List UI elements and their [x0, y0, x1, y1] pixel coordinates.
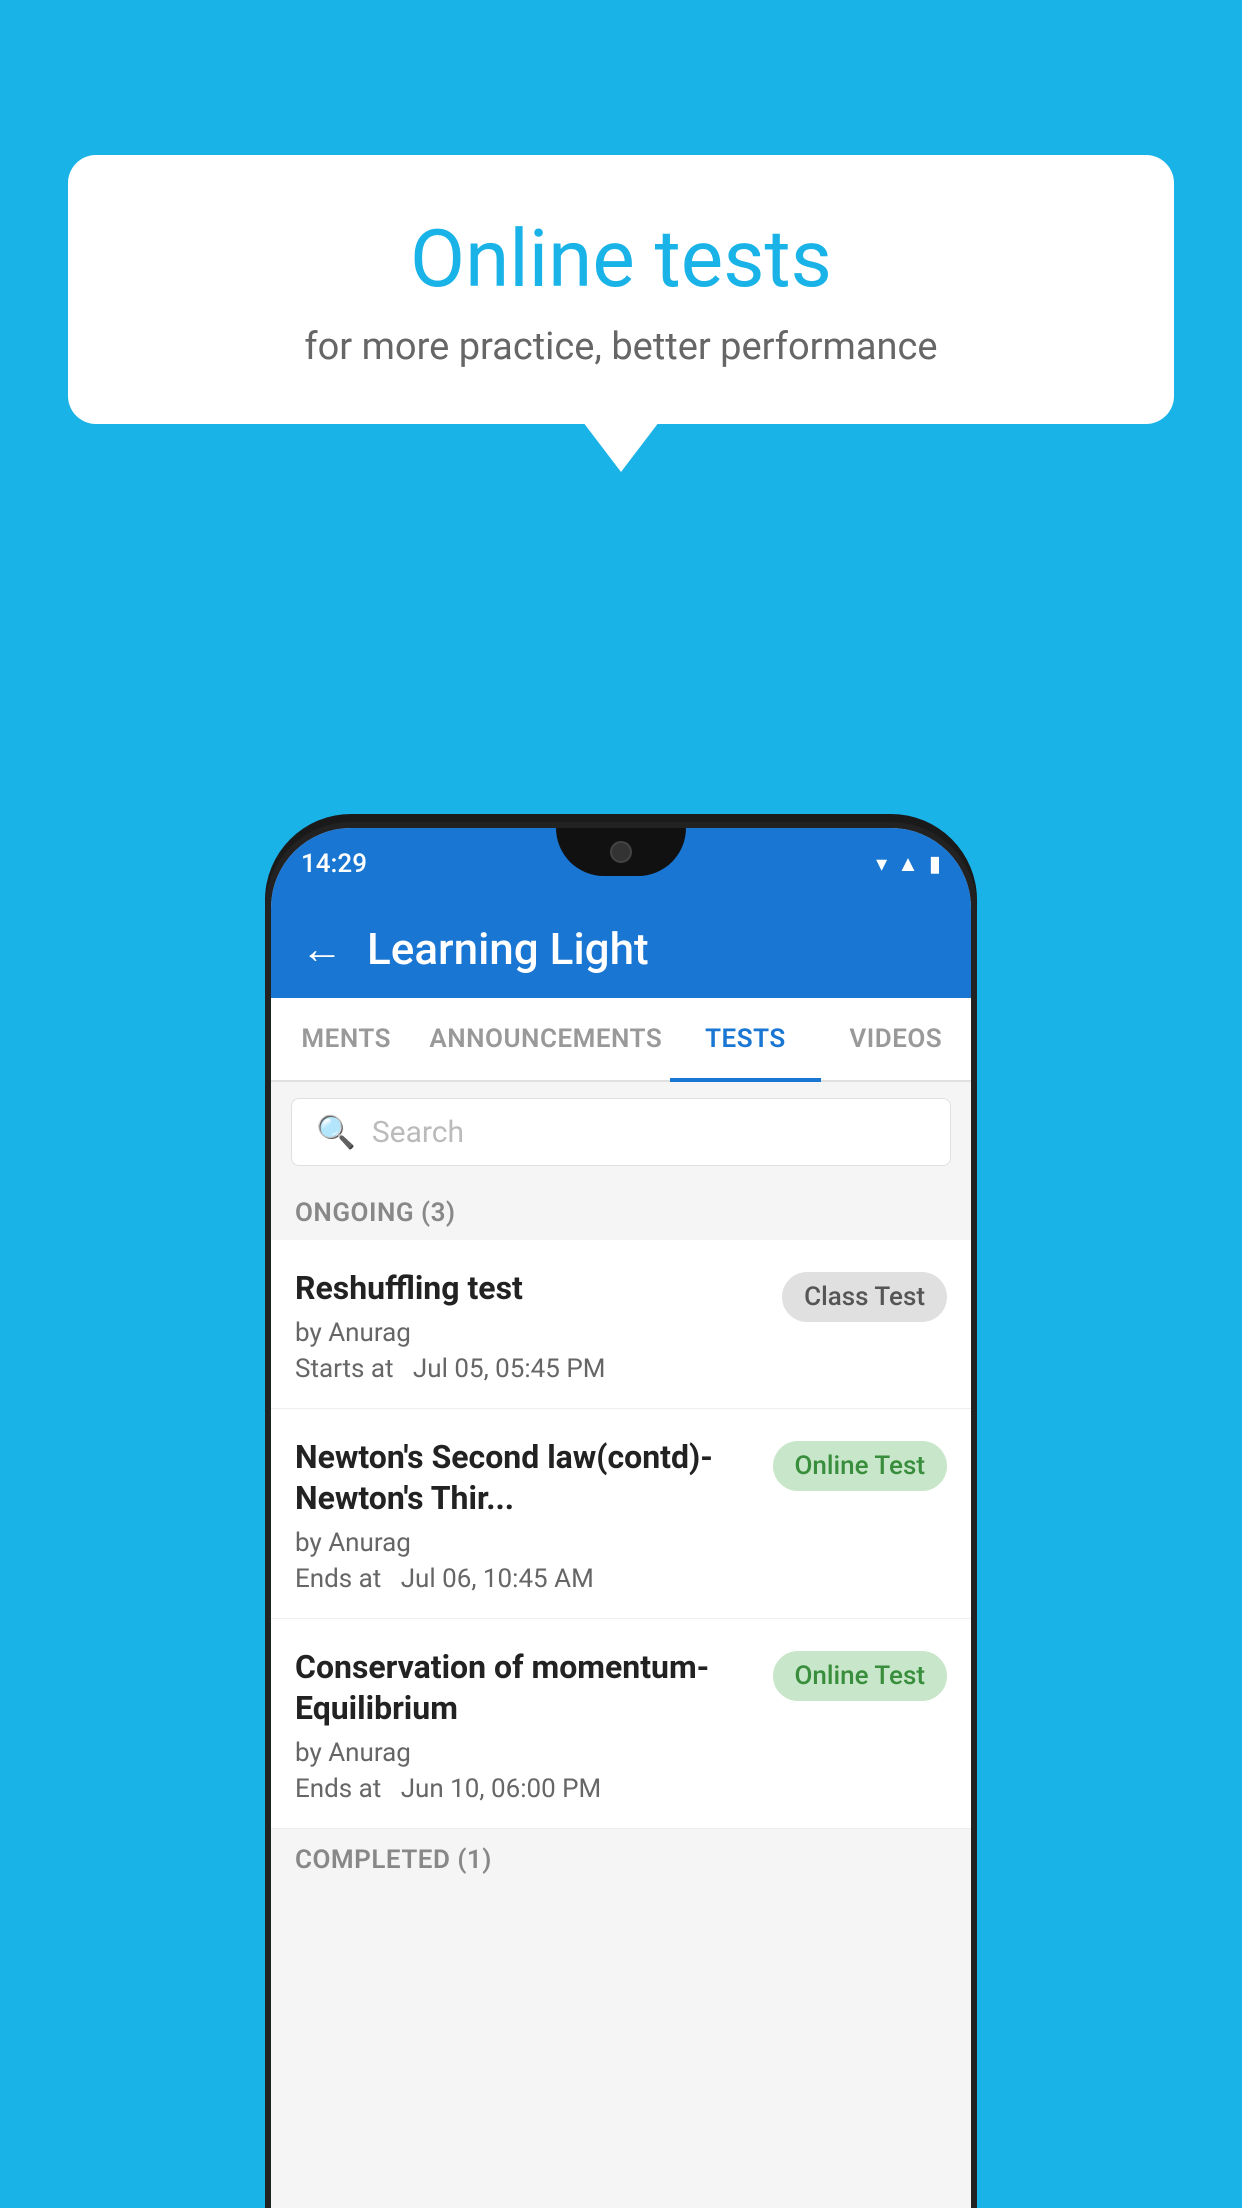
test-time-value: Jun 10, 06:00 PM	[401, 1774, 602, 1804]
search-bar-container: 🔍 Search	[271, 1082, 971, 1182]
completed-label: COMPLETED (1)	[295, 1845, 492, 1875]
search-bar[interactable]: 🔍 Search	[291, 1098, 951, 1166]
test-item[interactable]: Reshuffling test by Anurag Starts at Jul…	[271, 1240, 971, 1409]
test-time-label: Ends at	[295, 1564, 381, 1594]
app-title: Learning Light	[367, 923, 649, 975]
search-placeholder: Search	[372, 1115, 464, 1150]
app-bar: ← Learning Light	[271, 900, 971, 998]
test-item[interactable]: Newton's Second law(contd)-Newton's Thir…	[271, 1409, 971, 1619]
test-badge: Class Test	[782, 1272, 947, 1322]
phone-notch	[556, 828, 686, 876]
test-badge: Online Test	[773, 1441, 948, 1491]
promo-card: Online tests for more practice, better p…	[68, 155, 1174, 424]
battery-icon: ▮	[929, 852, 941, 877]
test-author: by Anurag	[295, 1738, 757, 1768]
tab-ments[interactable]: MENTS	[271, 998, 421, 1080]
test-name: Conservation of momentum-Equilibrium	[295, 1647, 757, 1730]
test-author: by Anurag	[295, 1318, 766, 1348]
completed-section-header: COMPLETED (1)	[271, 1829, 971, 1887]
test-time-label: Ends at	[295, 1774, 381, 1804]
camera	[610, 841, 632, 863]
test-item[interactable]: Conservation of momentum-Equilibrium by …	[271, 1619, 971, 1829]
test-info: Reshuffling test by Anurag Starts at Jul…	[295, 1268, 766, 1384]
test-time-value: Jul 05, 05:45 PM	[413, 1354, 606, 1384]
test-time: Starts at Jul 05, 05:45 PM	[295, 1354, 766, 1384]
test-badge: Online Test	[773, 1651, 948, 1701]
tab-announcements[interactable]: ANNOUNCEMENTS	[421, 998, 670, 1080]
status-bar: 14:29 ▾ ▲ ▮	[271, 828, 971, 900]
test-time: Ends at Jul 06, 10:45 AM	[295, 1564, 757, 1594]
test-time-label: Starts at	[295, 1354, 394, 1384]
test-info: Newton's Second law(contd)-Newton's Thir…	[295, 1437, 757, 1594]
back-button[interactable]: ←	[301, 925, 343, 974]
promo-subtitle: for more practice, better performance	[118, 325, 1124, 369]
test-name: Newton's Second law(contd)-Newton's Thir…	[295, 1437, 757, 1520]
test-name: Reshuffling test	[295, 1268, 766, 1310]
phone-screen: 14:29 ▾ ▲ ▮ ← Learning Light MENTS ANNOU…	[271, 828, 971, 2208]
search-icon: 🔍	[316, 1113, 356, 1151]
phone-frame: 14:29 ▾ ▲ ▮ ← Learning Light MENTS ANNOU…	[271, 828, 971, 2208]
ongoing-section-header: ONGOING (3)	[271, 1182, 971, 1240]
test-author: by Anurag	[295, 1528, 757, 1558]
test-time: Ends at Jun 10, 06:00 PM	[295, 1774, 757, 1804]
test-info: Conservation of momentum-Equilibrium by …	[295, 1647, 757, 1804]
tabs-bar: MENTS ANNOUNCEMENTS TESTS VIDEOS	[271, 998, 971, 1082]
ongoing-label: ONGOING (3)	[295, 1198, 456, 1228]
test-list: Reshuffling test by Anurag Starts at Jul…	[271, 1240, 971, 1829]
status-time: 14:29	[301, 849, 367, 879]
signal-icon: ▲	[897, 851, 919, 877]
tab-tests[interactable]: TESTS	[670, 998, 820, 1080]
tab-videos[interactable]: VIDEOS	[821, 998, 971, 1080]
promo-title: Online tests	[118, 215, 1124, 303]
wifi-icon: ▾	[876, 852, 887, 877]
test-time-value: Jul 06, 10:45 AM	[401, 1564, 594, 1594]
status-icons: ▾ ▲ ▮	[876, 851, 941, 877]
